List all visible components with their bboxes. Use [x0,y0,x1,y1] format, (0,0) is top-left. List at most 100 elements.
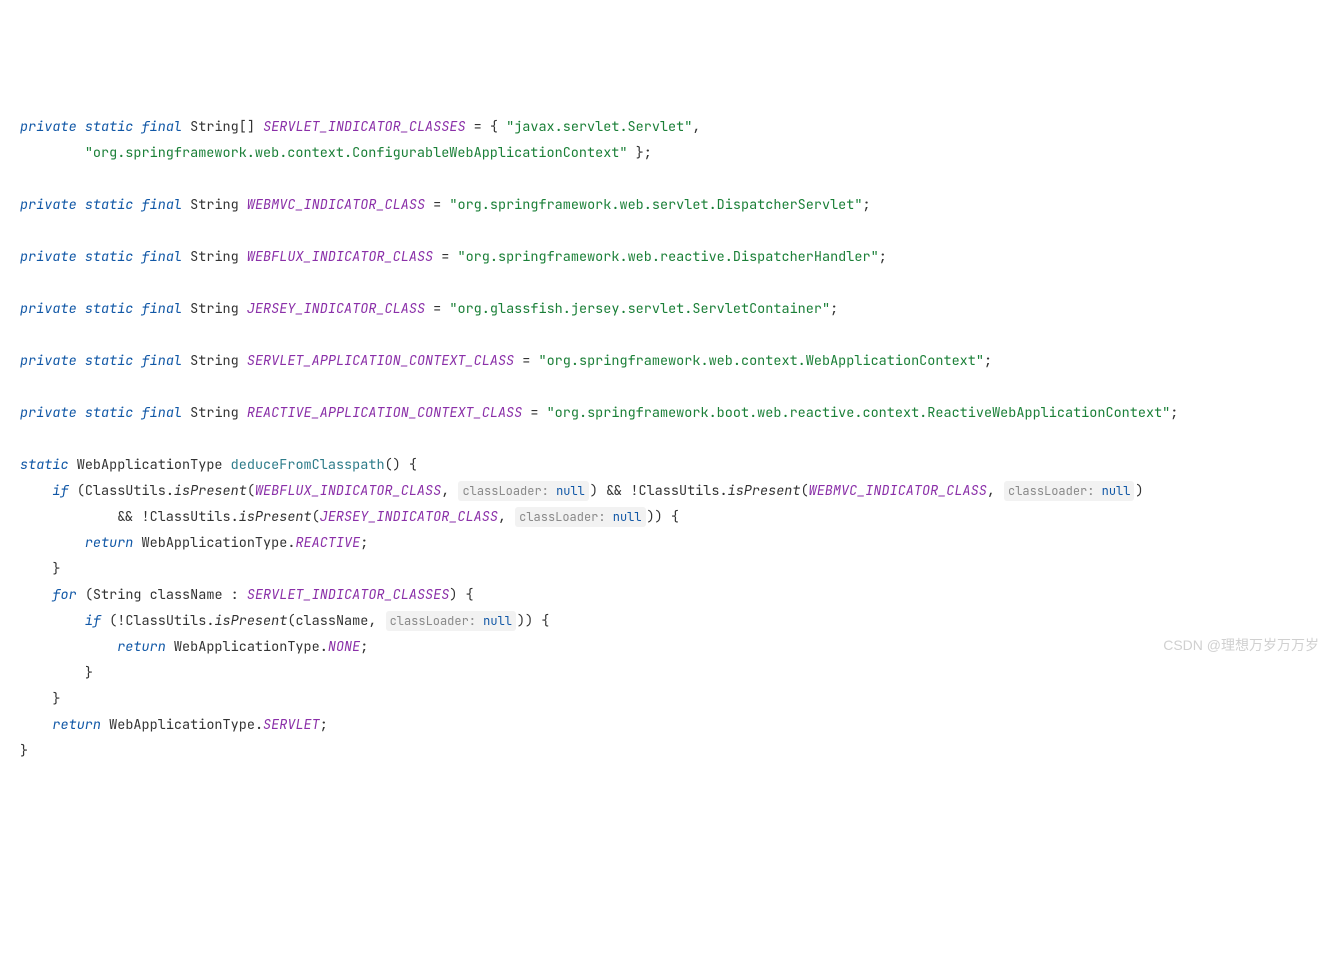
punct [133,534,141,552]
punct: = [425,300,449,318]
punct: = [425,196,449,214]
string-configurable-ctx: "org.springframework.web.context.Configu… [85,144,628,162]
punct [166,638,174,656]
const-webflux: WEBFLUX_INDICATOR_CLASS [247,248,433,266]
keyword-static: static [85,248,134,266]
method-ispresent: isPresent [174,482,247,500]
type-string: String [93,586,142,604]
keyword-static: static [85,300,134,318]
punct: && ! [117,508,149,526]
punct: } [20,742,28,760]
type-classutils: ClassUtils [85,482,166,500]
punct: . [320,638,328,656]
const-servlet: SERVLET [263,716,320,734]
punct: ) { [449,586,473,604]
type-webapplicationtype: WebApplicationType [77,456,223,474]
keyword-final: final [142,352,183,370]
punct: )) { [517,612,549,630]
inlay-hint: classLoader: null [458,481,588,501]
type-classutils: ClassUtils [125,612,206,630]
punct: , [368,612,384,630]
punct: () { [385,456,417,474]
keyword-private: private [20,300,77,318]
keyword-null: null [556,483,585,499]
method-ispresent: isPresent [239,508,312,526]
keyword-private: private [20,404,77,422]
string-reactive-ctx: "org.springframework.boot.web.reactive.c… [547,404,1171,422]
punct: ; [984,352,992,370]
punct: } [85,664,93,682]
punct: = [514,352,538,370]
const-webmvc: WEBMVC_INDICATOR_CLASS [247,196,425,214]
string-web-app-ctx: "org.springframework.web.context.WebAppl… [538,352,984,370]
keyword-final: final [142,300,183,318]
keyword-null: null [483,613,512,629]
hint-label: classLoader: [519,509,613,525]
punct: } [52,560,60,578]
method-ispresent: isPresent [214,612,287,630]
punct: )) { [647,508,679,526]
punct: . [719,482,727,500]
const-webflux: WEBFLUX_INDICATOR_CLASS [255,482,441,500]
inlay-hint: classLoader: null [1004,481,1134,501]
watermark: CSDN @理想万岁万万岁 [1163,632,1319,658]
keyword-final: final [142,118,183,136]
var-classname: className [295,612,368,630]
punct: , [987,482,1003,500]
punct: ; [320,716,328,734]
punct: ; [830,300,838,318]
punct: (! [101,612,125,630]
const-servlet-indicator: SERVLET_INDICATOR_CLASSES [263,118,466,136]
const-reactive-app-ctx: REACTIVE_APPLICATION_CONTEXT_CLASS [247,404,522,422]
const-webmvc: WEBMVC_INDICATOR_CLASS [809,482,987,500]
keyword-if: if [52,482,68,500]
string-dispatcher-handler: "org.springframework.web.reactive.Dispat… [457,248,878,266]
punct: = { [466,118,507,136]
keyword-return: return [117,638,166,656]
punct: ) [1135,482,1143,500]
hint-label: classLoader: [462,483,556,499]
code-block: private static final String[] SERVLET_IN… [20,114,1311,764]
punct: ( [312,508,320,526]
string-dispatcher-servlet: "org.springframework.web.servlet.Dispatc… [449,196,862,214]
inlay-hint: classLoader: null [386,611,516,631]
punct [101,716,109,734]
punct: ( [801,482,809,500]
keyword-static: static [85,196,134,214]
const-servlet-app-ctx: SERVLET_APPLICATION_CONTEXT_CLASS [247,352,514,370]
type-string-arr: String[] [190,118,255,136]
keyword-final: final [142,196,183,214]
keyword-if: if [85,612,101,630]
punct: ( [247,482,255,500]
punct: = [433,248,457,266]
const-reactive: REACTIVE [295,534,360,552]
type-string: String [190,352,239,370]
type-classutils: ClassUtils [150,508,231,526]
const-jersey: JERSEY_INDICATOR_CLASS [247,300,425,318]
keyword-return: return [52,716,101,734]
keyword-for: for [52,586,76,604]
type-string: String [190,196,239,214]
type-string: String [190,300,239,318]
method-deduce: deduceFromClasspath [231,456,385,474]
punct: , [692,118,700,136]
punct: , [498,508,514,526]
punct: ; [360,638,368,656]
punct: , [441,482,457,500]
keyword-private: private [20,248,77,266]
punct: ; [879,248,887,266]
keyword-null: null [1102,483,1131,499]
punct: : [223,586,247,604]
punct: } [52,690,60,708]
const-none: NONE [328,638,360,656]
type-webapplicationtype: WebApplicationType [174,638,320,656]
keyword-private: private [20,352,77,370]
punct [142,586,150,604]
const-servlet-indicator: SERVLET_INDICATOR_CLASSES [247,586,450,604]
hint-label: classLoader: [390,613,484,629]
keyword-static: static [85,118,134,136]
keyword-private: private [20,196,77,214]
punct: ; [1170,404,1178,422]
punct: . [255,716,263,734]
keyword-static: static [20,456,69,474]
